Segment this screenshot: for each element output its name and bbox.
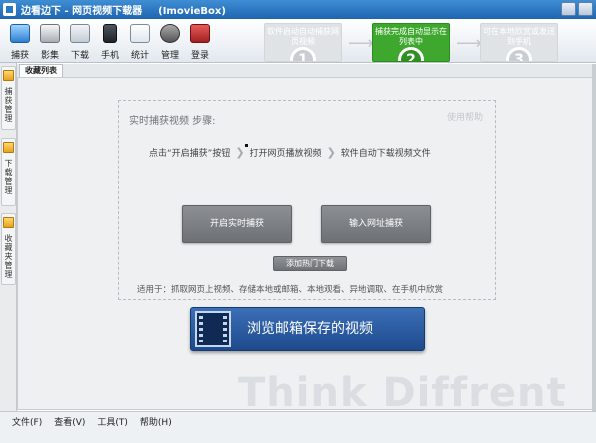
step-2: 捕获完成自动显示在列表中 2 <box>372 23 450 62</box>
step-1: 软件启动自动捕获网页视频 1 <box>264 23 342 62</box>
step-3: 可在本地欣赏或发送到手机 3 <box>480 23 558 62</box>
tool-phone-button[interactable]: 手机 <box>96 21 124 61</box>
content-tabbar: 收藏列表 <box>17 64 596 77</box>
close-button[interactable] <box>578 2 593 16</box>
tool-stats-button[interactable]: 统计 <box>126 21 154 61</box>
menu-file[interactable]: 文件(F) <box>12 415 42 428</box>
menu-items: 文件(F) 查看(V) 工具(T) 帮助(H) <box>12 415 172 428</box>
bottom-menubar: 文件(F) 查看(V) 工具(T) 帮助(H) <box>0 411 596 443</box>
menu-tools[interactable]: 工具(T) <box>97 415 128 428</box>
step-number: 3 <box>506 47 532 61</box>
capture-guide-box: 实时捕获视频 步骤: 使用帮助 点击“开启捕获”按钮 ❯ 打开网页播放视频 ❯ … <box>118 100 496 300</box>
chevron-right-icon: ❯ <box>326 146 336 159</box>
sidebar-tab-capture[interactable]: 捕获管理 <box>1 66 16 130</box>
download-folder-icon <box>3 142 14 153</box>
step-text: 捕获完成自动显示在列表中 <box>375 27 447 46</box>
favorites-folder-icon <box>3 217 14 228</box>
right-scrollbar[interactable] <box>592 64 596 411</box>
title-bar: 边看边下 - 网页视频下载器 (ImovieBox) <box>0 0 596 19</box>
input-url-capture-button[interactable]: 输入网址捕获 <box>321 205 431 243</box>
mouse-cursor-icon <box>245 144 248 147</box>
stats-icon <box>130 24 150 43</box>
menu-help[interactable]: 帮助(H) <box>140 415 172 428</box>
toolbar-tools: 捕获 影集 下载 手机 统计 管理 登录 <box>6 21 214 61</box>
step-text: 可在本地欣赏或发送到手机 <box>483 27 555 46</box>
sidebar-tab-label: 收藏夹管理 <box>4 234 13 279</box>
arrow-right-icon: ⟶ <box>348 33 374 54</box>
watermark-text: Think Diffrent <box>238 370 567 410</box>
phone-icon <box>103 24 117 43</box>
tool-label: 手机 <box>100 51 119 61</box>
flow-step-3: 软件自动下载视频文件 <box>340 149 431 159</box>
tool-label: 下载 <box>70 51 89 61</box>
tool-capture-button[interactable]: 捕获 <box>6 21 34 61</box>
tab-favorites-list[interactable]: 收藏列表 <box>19 64 63 77</box>
tool-manage-button[interactable]: 管理 <box>156 21 184 61</box>
window-title: 边看边下 - 网页视频下载器 (ImovieBox) <box>21 2 226 17</box>
guide-title: 实时捕获视频 步骤: <box>129 116 216 127</box>
window-subtitle: (ImovieBox) <box>158 6 226 17</box>
manage-icon <box>160 24 180 43</box>
tool-label: 统计 <box>130 51 149 61</box>
tool-download-button[interactable]: 下载 <box>66 21 94 61</box>
download-icon <box>70 24 90 43</box>
add-hot-download-button[interactable]: 添加热门下载 <box>273 256 347 271</box>
sidebar-tab-favorites[interactable]: 收藏夹管理 <box>1 213 16 285</box>
capture-icon <box>10 24 30 43</box>
email-button-label: 浏览邮箱保存的视频 <box>247 321 373 337</box>
flow-step-1: 点击“开启捕获”按钮 <box>149 149 231 159</box>
minimize-button[interactable] <box>561 2 576 16</box>
capture-flow: 点击“开启捕获”按钮 ❯ 打开网页播放视频 ❯ 软件自动下载视频文件 <box>149 146 469 159</box>
app-logo-icon <box>3 3 16 16</box>
sidebar-tab-label: 捕获管理 <box>4 87 13 123</box>
tool-album-button[interactable]: 影集 <box>36 21 64 61</box>
help-link[interactable]: 使用帮助 <box>447 110 483 123</box>
chevron-right-icon: ❯ <box>235 146 245 159</box>
tool-label: 登录 <box>190 51 209 61</box>
capture-folder-icon <box>3 70 14 81</box>
tool-label: 影集 <box>40 51 59 61</box>
window-controls <box>561 2 593 16</box>
applies-to-text: 适用于：抓取网页上视频、存储本地或邮箱、本地观看、异地调取、在手机中欣赏 <box>137 285 444 295</box>
tool-label: 管理 <box>160 51 179 61</box>
step-number: 1 <box>290 47 316 61</box>
arrow-right-icon: ⟶ <box>456 33 482 54</box>
video-album-icon <box>40 24 60 43</box>
main-panel: Think Diffrent 实时捕获视频 步骤: 使用帮助 点击“开启捕获”按… <box>17 77 593 410</box>
flow-step-2: 打开网页播放视频 <box>249 149 322 159</box>
sidebar-tab-download[interactable]: 下载管理 <box>1 138 16 206</box>
step-text: 软件启动自动捕获网页视频 <box>267 27 339 46</box>
window-title-text: 边看边下 - 网页视频下载器 <box>21 6 143 17</box>
step-number: 2 <box>398 47 424 61</box>
step-guide: 软件启动自动捕获网页视频 1 ⟶ 捕获完成自动显示在列表中 2 ⟶ 可在本地欣赏… <box>258 21 596 64</box>
sidebar-tab-label: 下载管理 <box>4 159 13 195</box>
start-capture-button[interactable]: 开启实时捕获 <box>182 205 292 243</box>
login-icon <box>190 24 210 43</box>
tool-label: 捕获 <box>10 51 29 61</box>
menu-view[interactable]: 查看(V) <box>54 415 85 428</box>
browse-email-videos-button[interactable]: 浏览邮箱保存的视频 <box>190 307 425 351</box>
film-strip-icon <box>195 311 231 347</box>
tool-login-button[interactable]: 登录 <box>186 21 214 61</box>
sidebar-tabs: 捕获管理 下载管理 收藏夹管理 <box>0 63 17 411</box>
